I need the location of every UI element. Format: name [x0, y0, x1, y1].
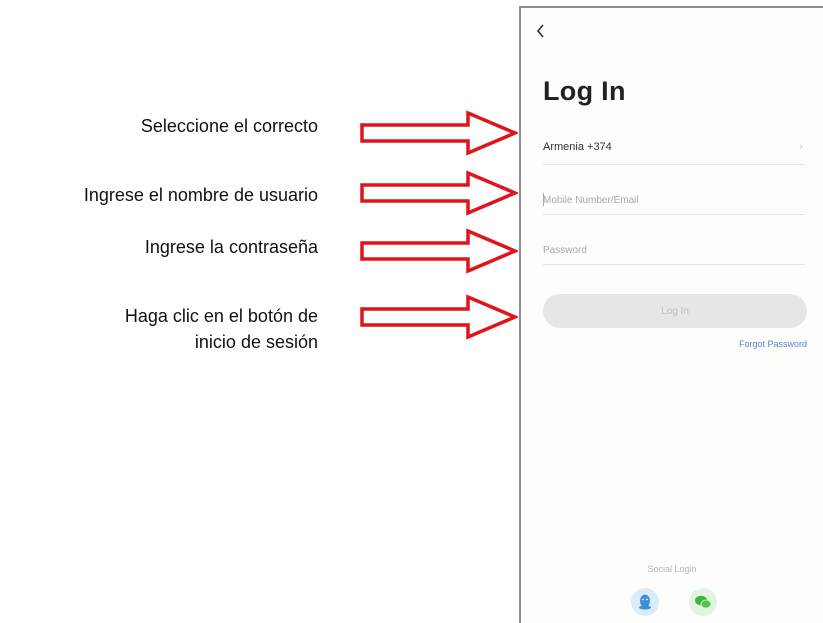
annotation-click-login-line2: inicio de sesión — [194, 332, 318, 352]
tutorial-canvas: Seleccione el correcto Ingrese el nombre… — [0, 0, 823, 623]
social-login-label: Social Login — [647, 564, 697, 574]
chevron-right-icon: › — [799, 141, 803, 153]
chevron-left-icon[interactable] — [535, 22, 555, 44]
forgot-password-link[interactable]: Forgot Password — [739, 339, 807, 349]
annotation-click-login-line1: Haga clic en el botón de — [124, 306, 318, 326]
annotation-select-country: Seleccione el correcto — [140, 116, 318, 136]
username-input[interactable] — [543, 186, 805, 215]
country-code-label: Armenia +374 — [543, 141, 612, 153]
arrow-icon — [360, 110, 518, 156]
annotation-click-login: Haga clic en el botón de inicio de sesió… — [60, 303, 318, 355]
arrow-icon — [360, 294, 518, 340]
country-code-selector[interactable]: Armenia +374 › — [543, 136, 805, 165]
page-title: Log In — [543, 76, 626, 106]
annotation-enter-username: Ingrese el nombre de usuario — [83, 185, 318, 205]
login-button[interactable]: Log In — [543, 294, 807, 328]
qq-icon[interactable] — [631, 588, 659, 616]
phone-login-screen: Log In Armenia +374 › Log In Forgot Pass… — [519, 6, 823, 623]
password-input[interactable] — [543, 236, 805, 265]
wechat-icon[interactable] — [689, 588, 717, 616]
annotation-enter-password: Ingrese la contraseña — [144, 237, 318, 257]
arrow-icon — [360, 170, 518, 216]
arrow-icon — [360, 228, 518, 274]
